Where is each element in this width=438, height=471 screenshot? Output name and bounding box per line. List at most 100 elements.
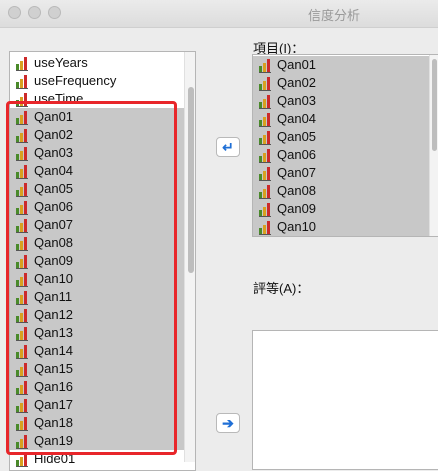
- source-variable-list[interactable]: useYears useFrequency useTime Qan01 Qan02 Qan…: [9, 51, 196, 471]
- items-list-item-label: Qan06: [277, 147, 317, 162]
- scale-variable-icon: [16, 165, 29, 179]
- window-title: 信度分析: [307, 8, 360, 23]
- items-list-item[interactable]: Qan08: [253, 182, 438, 200]
- items-list-scroll-thumb[interactable]: [432, 59, 437, 151]
- source-list-item-label: Qan08: [34, 235, 74, 250]
- items-list-item-label: Qan01: [277, 57, 317, 72]
- items-list[interactable]: Qan01 Qan02 Qan03 Qan04 Qan05 Qan06 Qan07 Qan08…: [252, 54, 438, 237]
- scale-variable-icon: [16, 273, 29, 287]
- source-list-item-label: useYears: [34, 55, 88, 70]
- scale-variable-icon: [16, 93, 29, 107]
- scale-variable-icon: [16, 111, 29, 125]
- scale-variable-icon: [259, 131, 272, 145]
- source-list-item[interactable]: Qan12: [10, 306, 195, 324]
- items-list-item[interactable]: Qan03: [253, 92, 438, 110]
- source-list-item[interactable]: Qan04: [10, 162, 195, 180]
- items-list-item-label: Qan02: [277, 75, 317, 90]
- source-list-item[interactable]: Qan06: [10, 198, 195, 216]
- source-list-item-label: Qan13: [34, 325, 74, 340]
- source-list-item-label: Qan07: [34, 217, 74, 232]
- items-list-item[interactable]: Qan05: [253, 128, 438, 146]
- source-list-item[interactable]: Qan08: [10, 234, 195, 252]
- scale-variable-icon: [16, 219, 29, 233]
- items-list-item-label: Qan07: [277, 165, 317, 180]
- source-list-item[interactable]: Qan19: [10, 432, 195, 450]
- scale-variable-icon: [259, 95, 272, 109]
- source-list-item-label: Qan15: [34, 361, 74, 376]
- scale-variable-icon: [259, 167, 272, 181]
- rating-list[interactable]: [252, 330, 438, 470]
- source-list-item[interactable]: Qan11: [10, 288, 195, 306]
- scale-variable-icon: [259, 77, 272, 91]
- items-list-item-label: Qan04: [277, 111, 317, 126]
- items-list-item[interactable]: Qan07: [253, 164, 438, 182]
- scale-variable-icon: [259, 221, 272, 235]
- items-list-scrollbar[interactable]: [429, 55, 438, 236]
- source-list-item[interactable]: useFrequency: [10, 72, 195, 90]
- items-list-item-label: Qan05: [277, 129, 317, 144]
- source-list-item[interactable]: Qan01: [10, 108, 195, 126]
- source-list-item-label: useFrequency: [34, 73, 117, 88]
- source-list-item[interactable]: Qan17: [10, 396, 195, 414]
- source-list-item[interactable]: Qan18: [10, 414, 195, 432]
- source-list-item-label: Hide01: [34, 451, 76, 466]
- source-list-item-label: Qan05: [34, 181, 74, 196]
- scale-variable-icon: [16, 291, 29, 305]
- scale-variable-icon: [16, 435, 29, 449]
- items-list-item[interactable]: Qan01: [253, 56, 438, 74]
- source-list-item-label: Qan01: [34, 109, 74, 124]
- source-list-item-label: Qan11: [34, 289, 73, 304]
- scale-variable-icon: [16, 183, 29, 197]
- source-list-item-label: Qan03: [34, 145, 74, 160]
- arrow-left-icon: ↵: [222, 139, 234, 155]
- move-to-items-button[interactable]: ↵: [216, 137, 240, 157]
- scale-variable-icon: [16, 453, 29, 467]
- items-list-item-label: Qan03: [277, 93, 317, 108]
- scale-variable-icon: [16, 363, 29, 377]
- items-list-item[interactable]: Qan10: [253, 218, 438, 236]
- scale-variable-icon: [16, 255, 29, 269]
- source-list-item-label: Qan12: [34, 307, 74, 322]
- title-bar: 信度分析: [0, 0, 438, 28]
- source-list-item-label: Qan09: [34, 253, 74, 268]
- scale-variable-icon: [16, 417, 29, 431]
- source-list-item[interactable]: useYears: [10, 54, 195, 72]
- move-to-rating-button[interactable]: ➔: [216, 413, 240, 433]
- source-list-item[interactable]: Qan03: [10, 144, 195, 162]
- source-list-item-label: Qan04: [34, 163, 74, 178]
- source-list-item[interactable]: Qan09: [10, 252, 195, 270]
- rating-label: 評等(A)：: [253, 281, 310, 296]
- source-list-item-label: Qan14: [34, 343, 74, 358]
- source-list-item[interactable]: Qan13: [10, 324, 195, 342]
- scale-variable-icon: [16, 57, 29, 71]
- source-list-scrollbar[interactable]: [184, 52, 195, 462]
- source-list-item[interactable]: Qan05: [10, 180, 195, 198]
- items-list-item-label: Qan10: [277, 219, 317, 234]
- scale-variable-icon: [16, 309, 29, 323]
- scale-variable-icon: [16, 75, 29, 89]
- items-list-item[interactable]: Qan09: [253, 200, 438, 218]
- items-list-item[interactable]: Qan06: [253, 146, 438, 164]
- source-list-item-label: useTime: [34, 91, 84, 106]
- source-list-item-label: Qan19: [34, 433, 74, 448]
- arrow-right-icon: ➔: [222, 415, 234, 431]
- scale-variable-icon: [259, 185, 272, 199]
- source-list-item[interactable]: Qan07: [10, 216, 195, 234]
- source-list-item[interactable]: Qan14: [10, 342, 195, 360]
- source-list-item[interactable]: Qan10: [10, 270, 195, 288]
- scale-variable-icon: [259, 59, 272, 73]
- source-list-item[interactable]: Qan15: [10, 360, 195, 378]
- source-list-item[interactable]: Qan16: [10, 378, 195, 396]
- source-list-item[interactable]: Hide01: [10, 450, 195, 468]
- items-list-item[interactable]: Qan04: [253, 110, 438, 128]
- scale-variable-icon: [16, 399, 29, 413]
- source-list-item-label: Qan16: [34, 379, 74, 394]
- source-list-scroll-thumb[interactable]: [188, 87, 194, 273]
- source-list-item[interactable]: Qan02: [10, 126, 195, 144]
- scale-variable-icon: [16, 237, 29, 251]
- items-list-item-label: Qan09: [277, 201, 317, 216]
- source-list-item[interactable]: useTime: [10, 90, 195, 108]
- scale-variable-icon: [16, 201, 29, 215]
- source-list-item-label: Qan17: [34, 397, 74, 412]
- items-list-item[interactable]: Qan02: [253, 74, 438, 92]
